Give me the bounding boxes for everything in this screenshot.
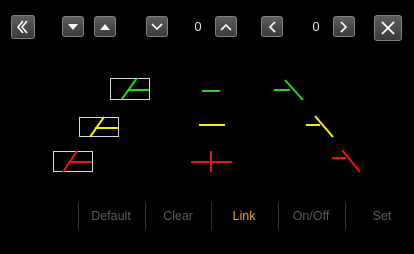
red-guide-right[interactable]: [332, 149, 361, 173]
clear-button[interactable]: Clear: [147, 200, 209, 232]
menu-divider: [345, 202, 346, 230]
yellow-guide-right[interactable]: [306, 115, 334, 138]
menu-divider: [211, 202, 212, 230]
onoff-button[interactable]: On/Off: [280, 200, 342, 232]
menu-divider: [145, 202, 146, 230]
set-button[interactable]: Set: [347, 200, 414, 232]
link-button[interactable]: Link: [213, 200, 275, 232]
bottom-menu: Default Clear Link On/Off Set: [0, 200, 414, 232]
yellow-guide-left[interactable]: [89, 116, 119, 138]
green-guide-right[interactable]: [274, 79, 304, 101]
menu-divider: [278, 202, 279, 230]
menu-divider: [78, 202, 79, 230]
red-guide-left[interactable]: [62, 150, 92, 173]
green-guide-left[interactable]: [121, 77, 149, 100]
default-button[interactable]: Default: [80, 200, 142, 232]
red-guide-center[interactable]: [191, 151, 232, 172]
